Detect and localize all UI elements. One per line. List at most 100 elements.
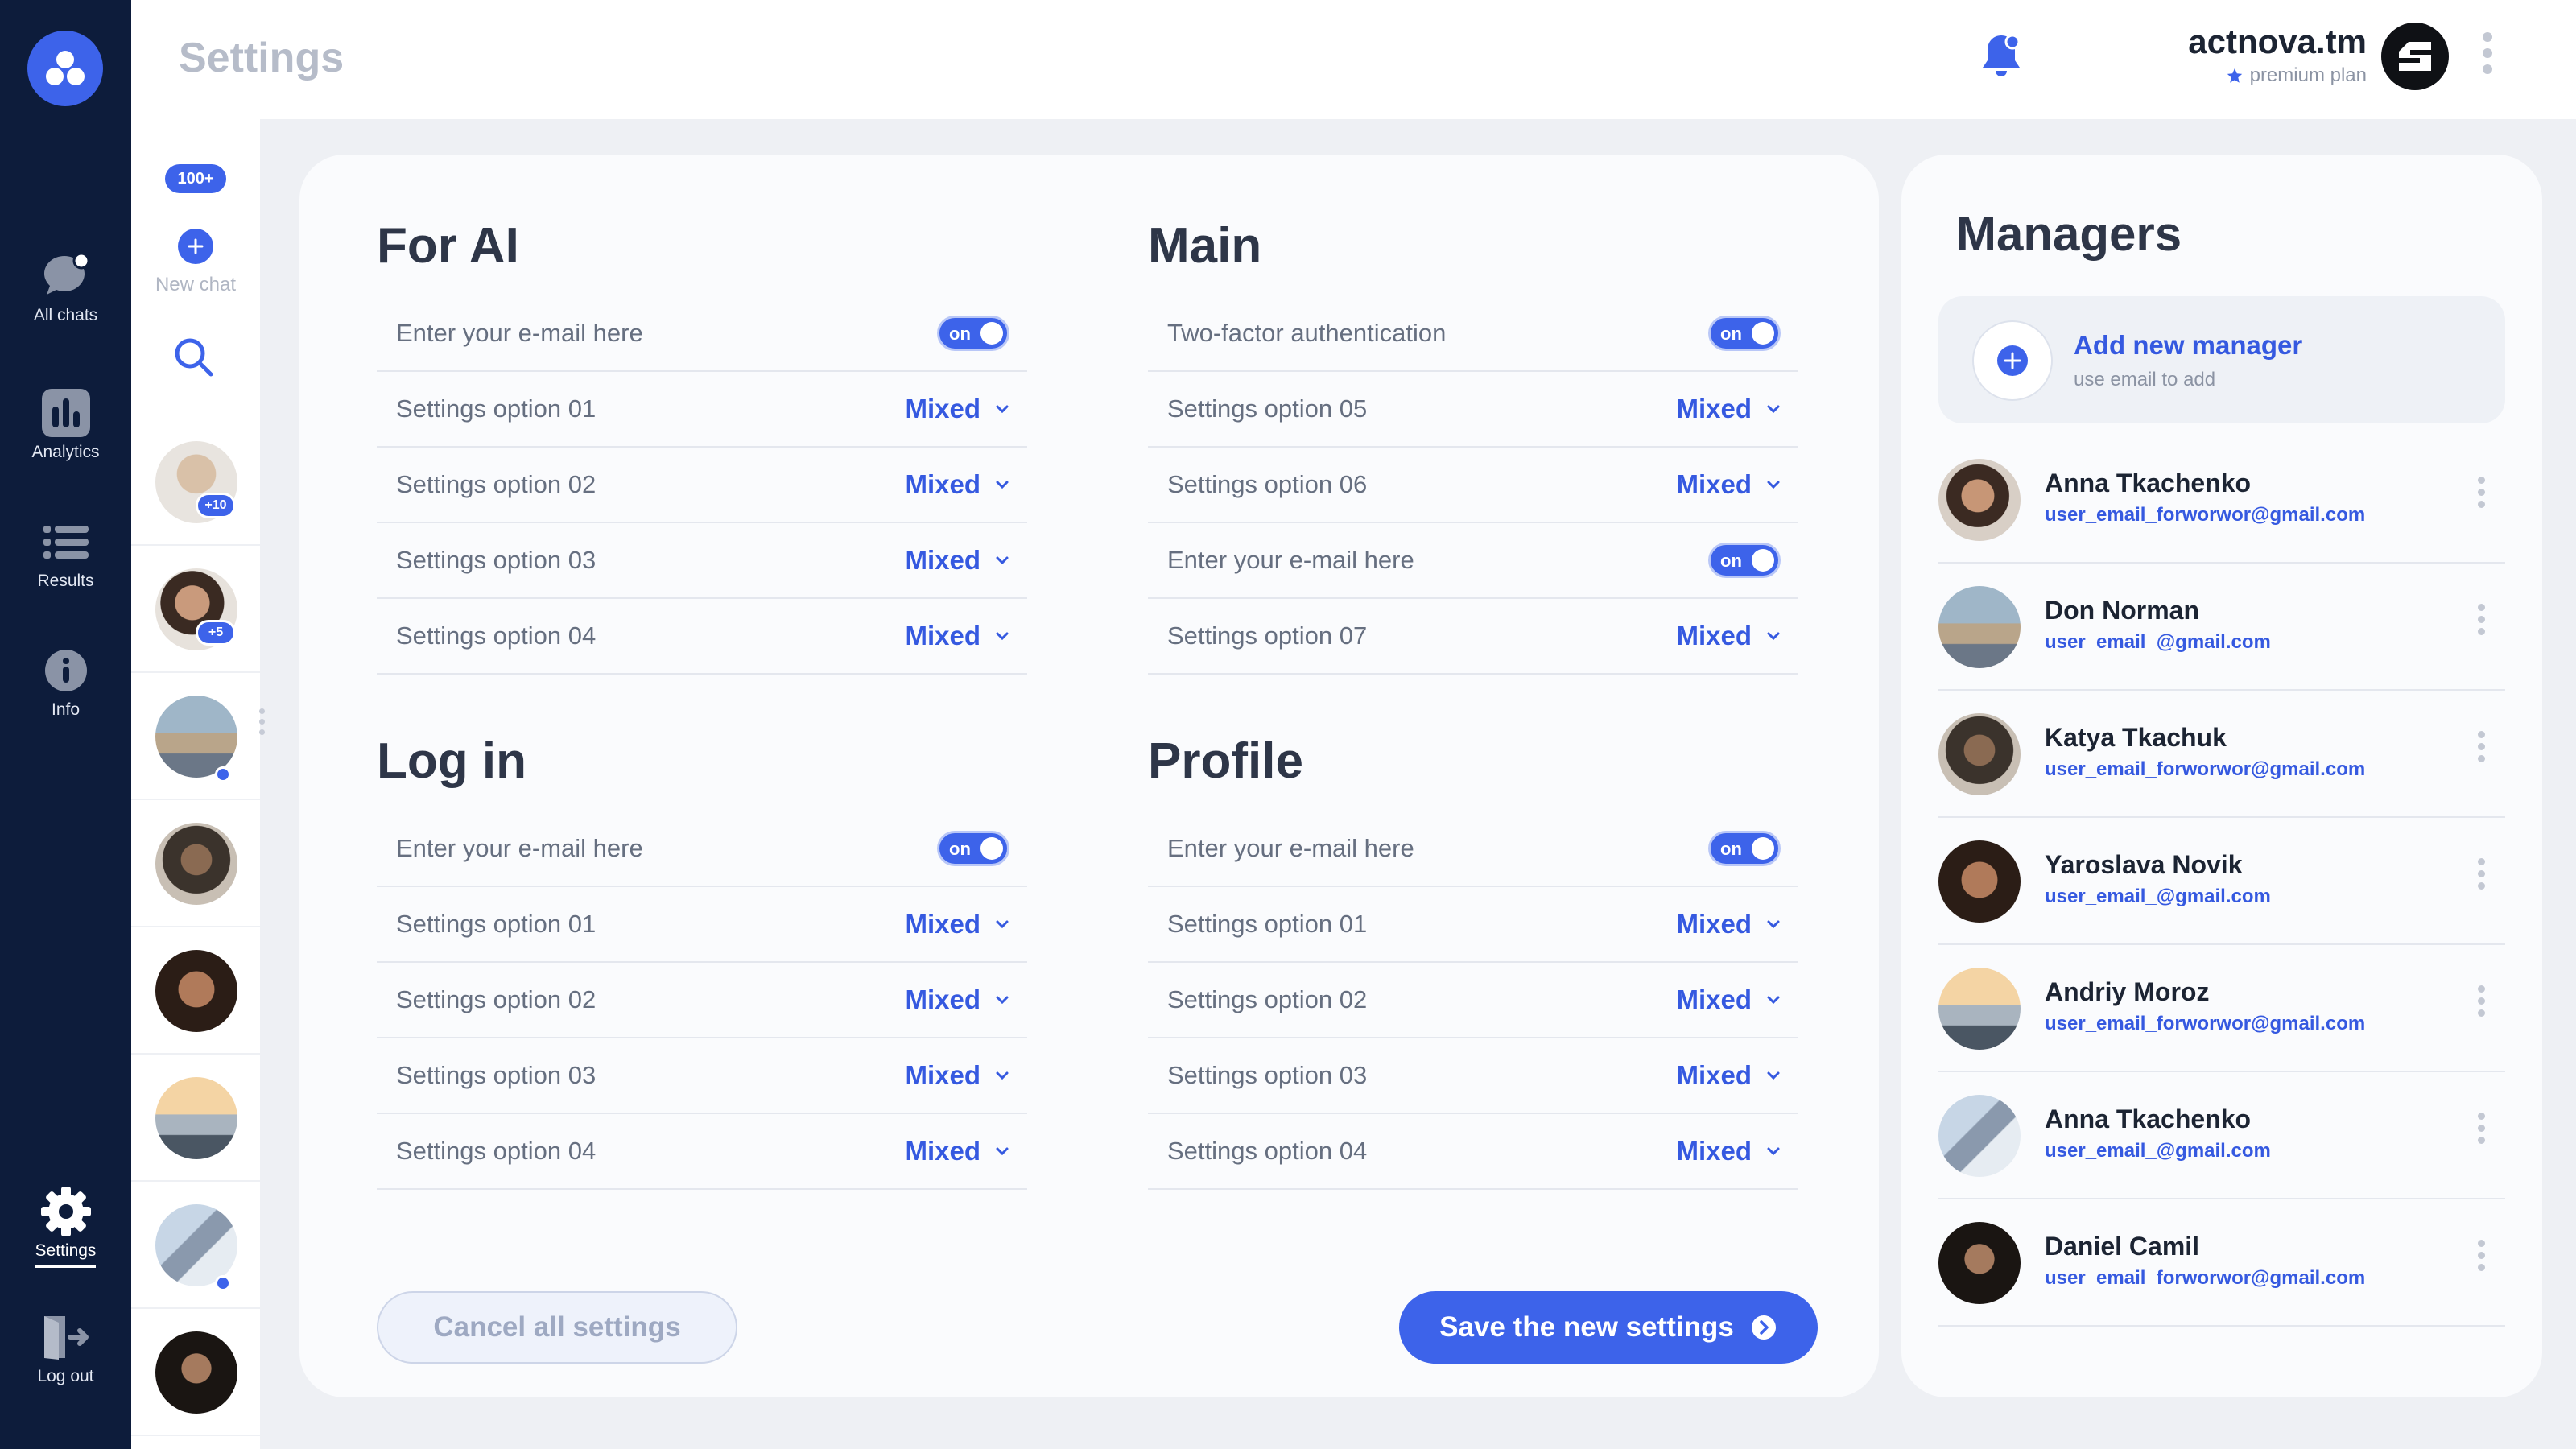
manager-email: user_email_forworwor@gmail.com (2045, 1013, 2366, 1034)
row-label: Settings option 06 (1167, 470, 1368, 498)
resize-handle[interactable] (259, 708, 265, 735)
mixed-dropdown[interactable]: Mixed (1676, 621, 1781, 651)
mixed-dropdown[interactable]: Mixed (905, 909, 1009, 939)
chat-item[interactable] (131, 927, 260, 1055)
search-icon[interactable] (171, 335, 217, 384)
section-main: Main Two-factor authentication on Setting… (1148, 217, 1798, 675)
settings-row: Settings option 01 Mixed (1148, 887, 1798, 963)
chat-item[interactable] (131, 800, 260, 927)
mixed-dropdown[interactable]: Mixed (905, 545, 1009, 576)
nav-info[interactable]: Info (0, 644, 131, 720)
chevron-down-icon (996, 1071, 1009, 1080)
add-manager-title: Add new manager (2074, 330, 2303, 360)
manager-options-icon[interactable] (2478, 731, 2485, 762)
nav-settings[interactable]: Settings (0, 1185, 131, 1268)
settings-row: Settings option 04 Mixed (377, 599, 1027, 675)
left-nav-rail: All chats Analytics Results Info Setting… (0, 0, 131, 1449)
chat-item[interactable]: +10 (131, 419, 260, 546)
nav-analytics[interactable]: Analytics (0, 386, 131, 462)
settings-row: Settings option 02 Mixed (377, 963, 1027, 1038)
chat-item[interactable] (131, 1055, 260, 1182)
avatar (155, 823, 237, 905)
manager-row[interactable]: Andriy Moroz user_email_forworwor@gmail.… (1938, 945, 2505, 1072)
manager-options-icon[interactable] (2478, 985, 2485, 1017)
manager-row[interactable]: Daniel Camil user_email_forworwor@gmail.… (1938, 1199, 2505, 1327)
mixed-dropdown[interactable]: Mixed (905, 1136, 1009, 1166)
cancel-all-settings-button[interactable]: Cancel all settings (377, 1291, 737, 1364)
manager-row[interactable]: Anna Tkachenko user_email_forworwor@gmai… (1938, 436, 2505, 564)
toggle-switch[interactable]: on (1708, 543, 1781, 578)
manager-email: user_email_forworwor@gmail.com (2045, 758, 2366, 780)
mixed-dropdown[interactable]: Mixed (1676, 985, 1781, 1015)
new-chat-label[interactable]: New chat (131, 274, 260, 296)
chevron-down-icon (996, 632, 1009, 641)
app-logo[interactable] (27, 31, 103, 106)
manager-options-icon[interactable] (2478, 604, 2485, 635)
row-label: Settings option 02 (396, 985, 597, 1013)
more-options-icon[interactable] (2483, 32, 2492, 74)
managers-panel: Managers Add new manager use email to ad… (1901, 155, 2542, 1397)
row-label: Two-factor authentication (1167, 319, 1447, 347)
toggle-switch[interactable]: on (1708, 831, 1781, 866)
manager-row[interactable]: Don Norman user_email_@gmail.com (1938, 564, 2505, 691)
section-for-ai: For AI Enter your e-mail here on Settings… (377, 217, 1027, 675)
nav-results[interactable]: Results (0, 515, 131, 591)
mixed-dropdown[interactable]: Mixed (1676, 1060, 1781, 1091)
manager-name: Don Norman (2045, 596, 2199, 625)
chat-unread-badge: +5 (196, 620, 236, 646)
chat-item[interactable] (131, 1309, 260, 1436)
nav-log-out[interactable]: Log out (0, 1311, 131, 1386)
manager-options-icon[interactable] (2478, 1113, 2485, 1144)
add-manager-button[interactable]: Add new manager use email to add (1938, 296, 2505, 423)
chevron-down-icon (1767, 920, 1780, 929)
mixed-dropdown[interactable]: Mixed (905, 394, 1009, 424)
nav-all-chats[interactable]: All chats (0, 250, 131, 325)
chevron-down-icon (1767, 405, 1780, 414)
mixed-dropdown[interactable]: Mixed (905, 1060, 1009, 1091)
plus-icon (188, 238, 204, 254)
manager-options-icon[interactable] (2478, 1240, 2485, 1271)
managers-title: Managers (1956, 207, 2182, 261)
notification-bell-icon[interactable] (1980, 32, 2022, 83)
user-name[interactable]: actnova.tm (2188, 23, 2367, 61)
row-label: Settings option 05 (1167, 394, 1368, 423)
chat-item[interactable] (131, 673, 260, 800)
row-label: Settings option 02 (1167, 985, 1368, 1013)
row-label: Enter your e-mail here (1167, 834, 1414, 862)
settings-row: Settings option 01 Mixed (377, 372, 1027, 448)
manager-row[interactable]: Anna Tkachenko user_email_@gmail.com (1938, 1072, 2505, 1199)
chat-item[interactable]: +5 (131, 546, 260, 673)
chevron-down-icon (996, 481, 1009, 489)
settings-row: Enter your e-mail here on (1148, 523, 1798, 599)
manager-options-icon[interactable] (2478, 858, 2485, 890)
mixed-dropdown[interactable]: Mixed (905, 985, 1009, 1015)
toggle-switch[interactable]: on (937, 316, 1009, 351)
mixed-dropdown[interactable]: Mixed (905, 469, 1009, 500)
mixed-dropdown[interactable]: Mixed (1676, 909, 1781, 939)
chat-bubble-icon (39, 250, 93, 303)
user-avatar[interactable] (2381, 23, 2449, 90)
manager-email: user_email_forworwor@gmail.com (2045, 504, 2366, 526)
chat-unread-badge: +10 (196, 493, 236, 518)
manager-options-icon[interactable] (2478, 477, 2485, 508)
mixed-dropdown[interactable]: Mixed (1676, 469, 1781, 500)
settings-row: Settings option 01 Mixed (377, 887, 1027, 963)
save-settings-button[interactable]: Save the new settings (1399, 1291, 1818, 1364)
manager-row[interactable]: Katya Tkachuk user_email_forworwor@gmail… (1938, 691, 2505, 818)
settings-row: Settings option 04 Mixed (1148, 1114, 1798, 1190)
new-chat-button[interactable] (178, 229, 213, 264)
chat-item[interactable] (131, 1182, 260, 1309)
add-manager-subtitle: use email to add (2074, 369, 2216, 390)
settings-row: Settings option 05 Mixed (1148, 372, 1798, 448)
chevron-down-icon (1767, 996, 1780, 1005)
mixed-dropdown[interactable]: Mixed (1676, 394, 1781, 424)
chevron-down-icon (1767, 481, 1780, 489)
toggle-switch[interactable]: on (937, 831, 1009, 866)
settings-row: Settings option 02 Mixed (1148, 963, 1798, 1038)
mixed-dropdown[interactable]: Mixed (1676, 1136, 1781, 1166)
mixed-dropdown[interactable]: Mixed (905, 621, 1009, 651)
manager-row[interactable]: Yaroslava Novik user_email_@gmail.com (1938, 818, 2505, 945)
avatar (1938, 968, 2021, 1050)
row-label: Settings option 03 (396, 546, 597, 574)
toggle-switch[interactable]: on (1708, 316, 1781, 351)
